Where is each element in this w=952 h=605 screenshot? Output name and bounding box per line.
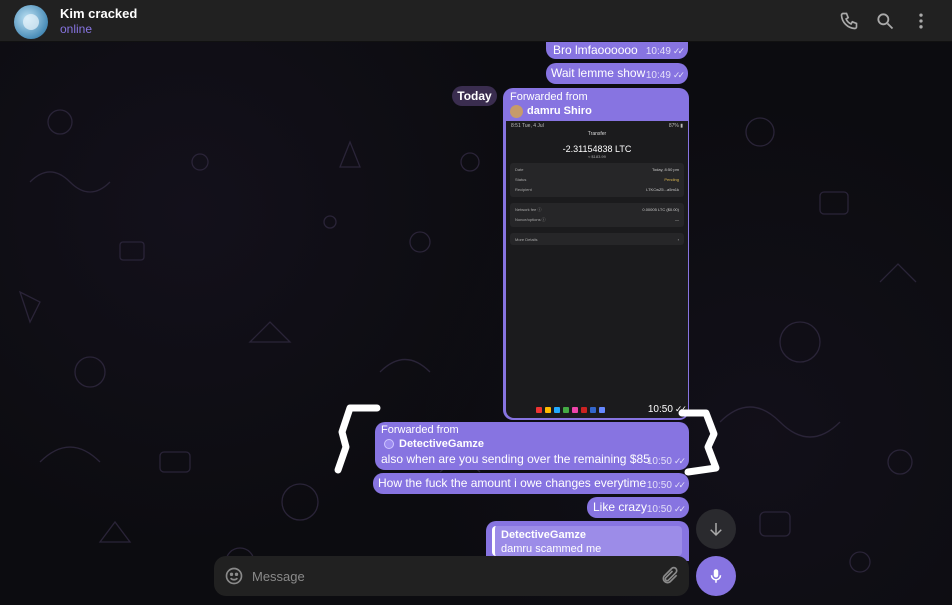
phone-icon[interactable]	[839, 11, 859, 31]
forwarded-label: Forwarded from	[381, 424, 459, 436]
arrow-down-icon	[710, 523, 722, 537]
message-bubble[interactable]: Wait lemme show 10:49 ✓✓	[546, 63, 688, 84]
reply-name: DetectiveGamze	[501, 529, 586, 541]
chat-background: Today Bro lmfaoooooo 10:49 ✓✓ Wait lemme …	[0, 42, 952, 605]
scroll-down-button[interactable]	[696, 509, 736, 549]
chat-header: Kim cracked online	[0, 0, 952, 42]
message-time: 10:50 ✓✓	[646, 480, 686, 491]
forwarded-label: Forwarded from	[510, 91, 588, 103]
attach-icon[interactable]	[660, 566, 680, 586]
message-input[interactable]	[252, 564, 652, 588]
emoji-icon[interactable]	[224, 566, 244, 586]
screenshot-status-left: 8:51 Tue, 4 Jul	[511, 123, 544, 129]
message-text: Wait lemme show	[551, 66, 646, 80]
forwarded-from[interactable]: damru Shiro	[527, 105, 592, 117]
message-time: 10:50 ✓✓	[646, 504, 686, 515]
message-time: 10:49 ✓✓	[645, 70, 685, 81]
message-text: Bro lmfaoooooo	[553, 43, 638, 57]
message-composer	[214, 556, 689, 596]
screenshot-card: Date Today, 8:50 pm Status Pending Recipie…	[510, 163, 684, 197]
message-text: also when are you sending over the remai…	[381, 452, 650, 466]
screenshot-card: More Details ›	[510, 233, 684, 245]
forwarded-avatar	[384, 439, 394, 449]
voice-record-button[interactable]	[696, 556, 736, 596]
message-bubble[interactable]: Bro lmfaoooooo 10:49 ✓✓	[546, 42, 688, 59]
screenshot-amount: -2.31154838 LTC	[562, 144, 632, 154]
reply-text: damru scammed me	[501, 543, 602, 555]
message-bubble[interactable]: How the fuck the amount i owe changes ev…	[373, 473, 689, 494]
message-bubble[interactable]: Like crazy 10:50 ✓✓	[587, 497, 689, 518]
reply-quote[interactable]: DetectiveGamze damru scammed me	[492, 526, 682, 556]
message-time: 10:50 ✓✓	[647, 404, 687, 415]
doodle-pattern	[18, 109, 917, 577]
screenshot-title: Transfer	[587, 131, 607, 137]
chat-title[interactable]: Kim cracked	[60, 6, 137, 21]
message-text: Like crazy	[593, 500, 648, 514]
forwarded-avatar	[510, 105, 523, 118]
message-time: 10:50 ✓✓	[646, 456, 686, 467]
microphone-icon	[710, 569, 722, 583]
forwarded-from[interactable]: DetectiveGamze	[399, 438, 484, 450]
avatar[interactable]	[14, 5, 48, 39]
screenshot-status-right: 87% ▮	[668, 123, 683, 129]
chat-status: online	[60, 22, 93, 36]
screenshot-card: Network fee ⓘ 0.00005 LTC ($0.00) Nonce/o…	[510, 203, 684, 227]
screenshot-image[interactable]: 8:51 Tue, 4 Jul 87% ▮ Transfer -2.311548…	[506, 121, 688, 418]
message-time: 10:49 ✓✓	[645, 46, 685, 57]
date-separator: Today	[452, 86, 497, 106]
screenshot-dock	[536, 407, 605, 413]
more-icon[interactable]	[911, 11, 931, 31]
forwarded-message[interactable]: Forwarded from DetectiveGamze also when …	[375, 422, 689, 470]
message-text: How the fuck the amount i owe changes ev…	[378, 476, 647, 490]
screenshot-amount-fiat: ≈ $183.99	[588, 154, 606, 159]
search-icon[interactable]	[875, 11, 895, 31]
